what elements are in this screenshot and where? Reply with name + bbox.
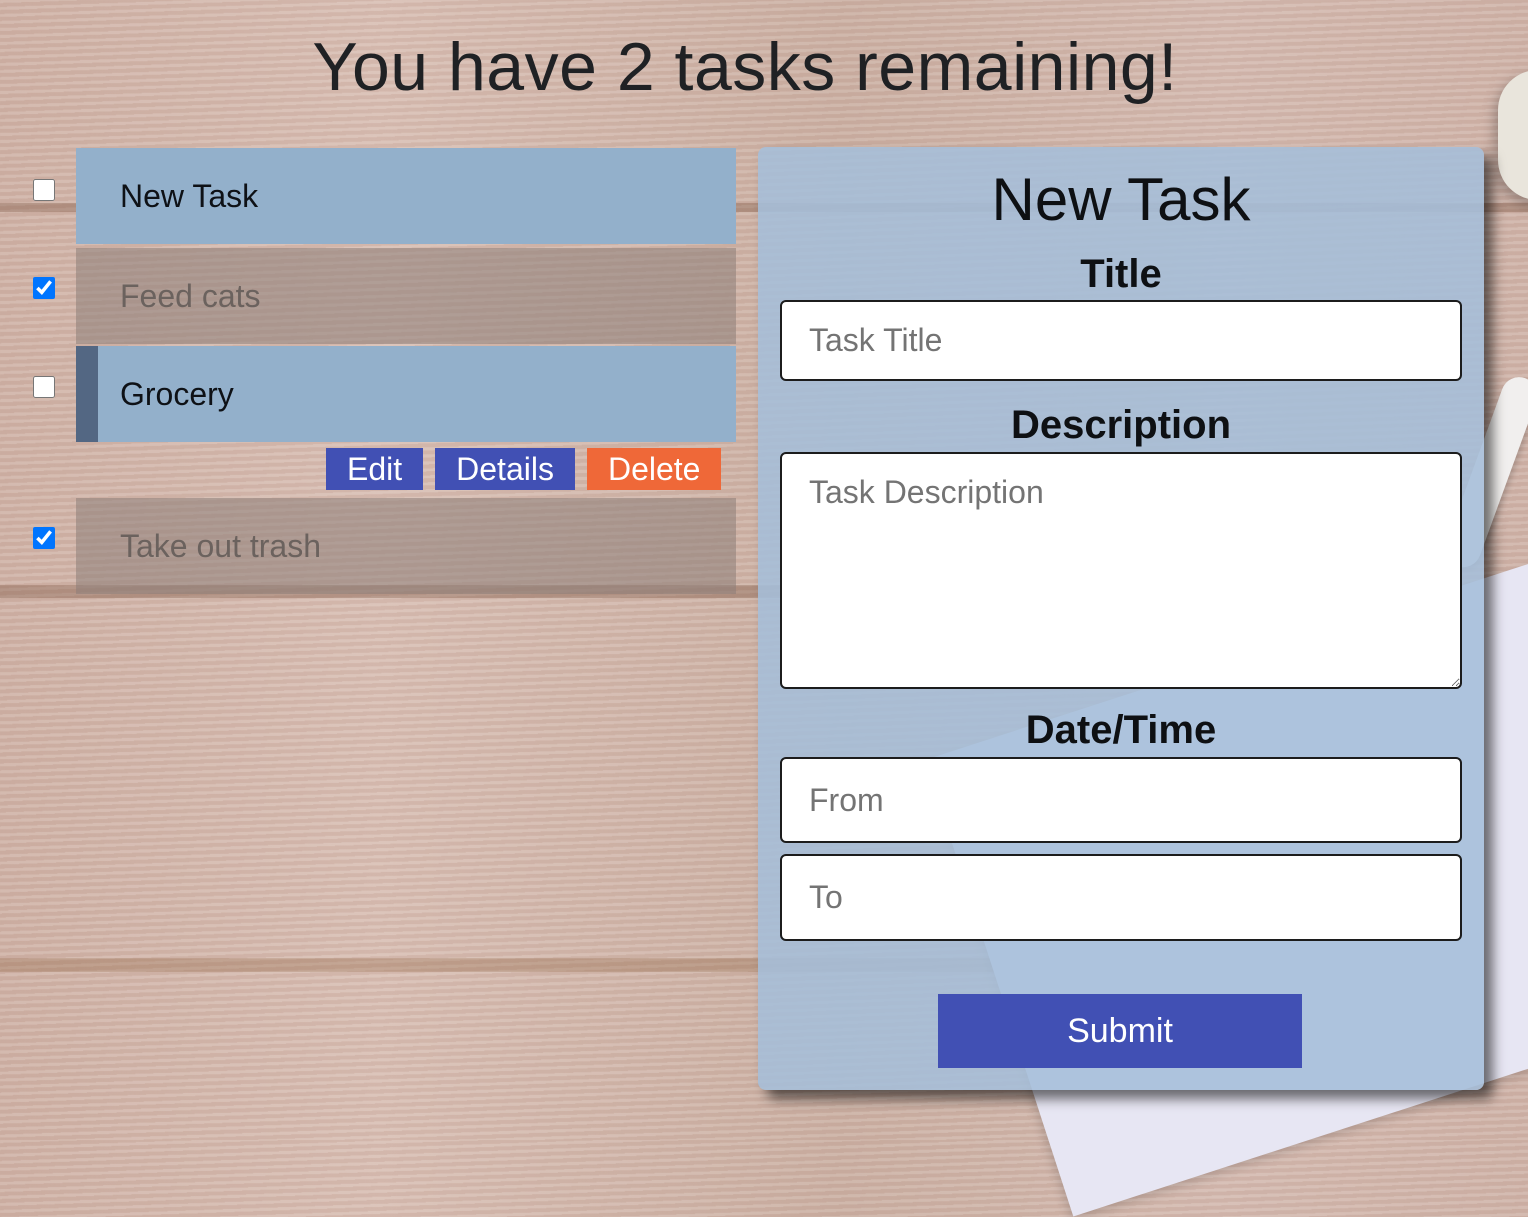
datetime-label: Date/Time (1025, 708, 1217, 752)
task-item[interactable]: Take out trash (76, 498, 736, 594)
task-checkbox[interactable] (33, 179, 55, 201)
task-checkbox[interactable] (33, 277, 55, 299)
task-title: Feed cats (120, 277, 261, 314)
details-button[interactable]: Details (435, 448, 575, 490)
page-title: You have 2 tasks remaining! (312, 29, 1178, 105)
task-title: New Task (120, 177, 259, 214)
task-item-selected[interactable]: Grocery (76, 346, 736, 442)
task-item[interactable]: Feed cats (76, 248, 736, 344)
task-actions: Edit Details Delete (326, 448, 722, 490)
edit-button[interactable]: Edit (326, 448, 424, 490)
task-title: Grocery (120, 375, 234, 412)
new-task-panel: New Task Title Description Date/Time Sub… (758, 147, 1484, 1090)
panel-title: New Task (991, 166, 1251, 233)
background-mug (1498, 70, 1528, 200)
to-datetime-input[interactable] (780, 854, 1462, 941)
submit-button[interactable]: Submit (938, 994, 1302, 1068)
task-title-input[interactable] (780, 300, 1462, 381)
title-label: Title (1080, 252, 1162, 296)
task-checkbox[interactable] (33, 376, 55, 398)
from-datetime-input[interactable] (780, 757, 1462, 843)
task-item[interactable]: New Task (76, 148, 736, 244)
delete-button[interactable]: Delete (586, 448, 722, 490)
description-label: Description (1010, 403, 1232, 447)
task-checkbox[interactable] (33, 527, 55, 549)
task-title: Take out trash (120, 527, 321, 564)
task-description-input[interactable] (780, 452, 1462, 689)
